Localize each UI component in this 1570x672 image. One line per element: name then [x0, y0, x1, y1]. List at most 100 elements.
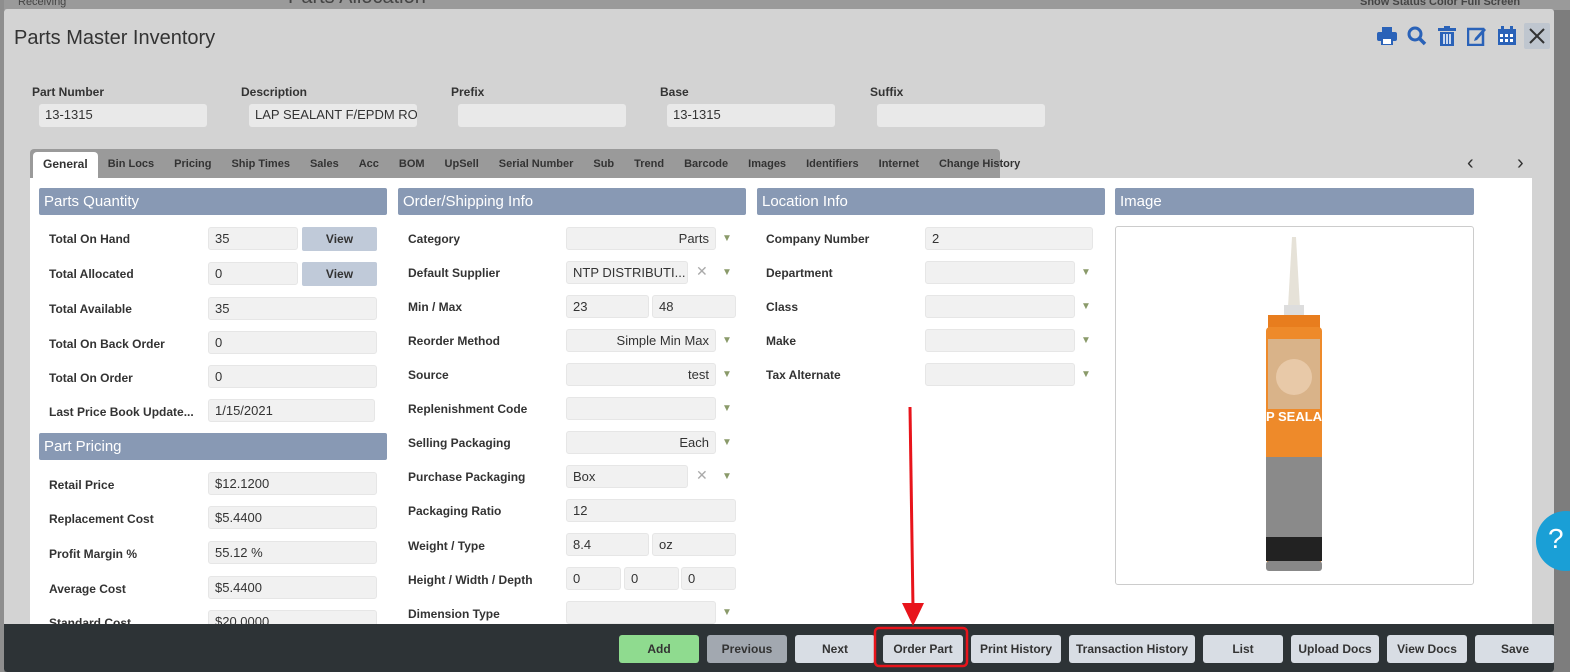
default-supplier-select[interactable]: NTP DISTRIBUTI... [566, 261, 688, 284]
print-icon[interactable] [1374, 23, 1400, 49]
calendar-icon[interactable] [1494, 23, 1520, 49]
search-icon[interactable] [1404, 23, 1430, 49]
bg-status-color-label: Show Status Color Full Screen [1360, 0, 1521, 8]
description-field-group: Description LAP SEALANT F/EPDM RO [237, 85, 417, 127]
base-input[interactable]: 13-1315 [667, 104, 835, 127]
company-number-field[interactable]: 2 [925, 227, 1093, 250]
next-button[interactable]: Next [795, 635, 875, 663]
height-field[interactable]: 0 [566, 567, 621, 590]
tab-barcode[interactable]: Barcode [674, 149, 738, 178]
purchase-packaging-dropdown-icon[interactable]: ▼ [722, 471, 732, 482]
total-on-back-order-field[interactable]: 0 [208, 331, 377, 354]
tab-internet[interactable]: Internet [869, 149, 929, 178]
total-available-field[interactable]: 35 [208, 297, 377, 320]
tab-general[interactable]: General [33, 152, 98, 178]
tab-sales[interactable]: Sales [300, 149, 349, 178]
dimension-type-dropdown-icon[interactable]: ▼ [722, 607, 732, 618]
replenishment-code-dropdown-icon[interactable]: ▼ [722, 403, 732, 414]
replenishment-code-select[interactable] [566, 397, 716, 420]
depth-field[interactable]: 0 [681, 567, 736, 590]
total-allocated-field[interactable]: 0 [208, 262, 298, 285]
max-field[interactable]: 48 [652, 295, 736, 318]
category-label: Category [408, 232, 461, 246]
dimension-type-select[interactable] [566, 601, 716, 624]
suffix-label: Suffix [870, 85, 904, 99]
total-on-hand-view-button[interactable]: View [302, 227, 377, 251]
weight-field[interactable]: 8.4 [566, 533, 649, 556]
tab-upsell[interactable]: UpSell [435, 149, 489, 178]
selling-packaging-dropdown-icon[interactable]: ▼ [722, 437, 732, 448]
save-button[interactable]: Save [1475, 635, 1554, 663]
average-cost-field[interactable]: $5.4400 [208, 576, 377, 599]
min-field[interactable]: 23 [566, 295, 649, 318]
tab-sub[interactable]: Sub [583, 149, 624, 178]
tab-prev-arrow[interactable]: ‹ [1467, 152, 1474, 175]
transaction-history-button[interactable]: Transaction History [1069, 635, 1195, 663]
packaging-ratio-field[interactable]: 12 [566, 499, 736, 522]
reorder-method-select[interactable]: Simple Min Max [566, 329, 716, 352]
source-select[interactable]: test [566, 363, 716, 386]
add-button[interactable]: Add [619, 635, 699, 663]
total-on-order-field[interactable]: 0 [208, 365, 377, 388]
tab-change-history[interactable]: Change History [929, 149, 1030, 178]
suffix-field-group: Suffix [866, 85, 1045, 127]
profit-margin-field[interactable]: 55.12 % [208, 541, 377, 564]
tab-identifiers[interactable]: Identifiers [796, 149, 869, 178]
department-select[interactable] [925, 261, 1075, 284]
department-dropdown-icon[interactable]: ▼ [1081, 267, 1091, 278]
reorder-method-dropdown-icon[interactable]: ▼ [722, 335, 732, 346]
total-allocated-view-button[interactable]: View [302, 262, 377, 286]
source-dropdown-icon[interactable]: ▼ [722, 369, 732, 380]
parts-master-inventory-dialog: Parts Master Inventory Part Number 13-13… [4, 9, 1554, 672]
order-shipping-header: Order/Shipping Info [398, 188, 746, 215]
order-part-button[interactable]: Order Part [883, 635, 963, 663]
replacement-cost-field[interactable]: $5.4400 [208, 506, 377, 529]
width-field[interactable]: 0 [624, 567, 679, 590]
clear-purchase-packaging-icon[interactable]: ✕ [696, 467, 708, 484]
tab-images[interactable]: Images [738, 149, 796, 178]
reorder-method-label: Reorder Method [408, 334, 501, 348]
edit-icon[interactable] [1464, 23, 1490, 49]
tax-alternate-dropdown-icon[interactable]: ▼ [1081, 369, 1091, 380]
tax-alternate-select[interactable] [925, 363, 1075, 386]
clear-supplier-icon[interactable]: ✕ [696, 263, 708, 280]
weight-type-field[interactable]: oz [652, 533, 736, 556]
category-select[interactable]: Parts [566, 227, 716, 250]
list-button[interactable]: List [1203, 635, 1283, 663]
standard-cost-field[interactable]: $20.0000 [208, 610, 377, 624]
last-price-book-update-field[interactable]: 1/15/2021 [208, 399, 375, 422]
selling-packaging-label: Selling Packaging [408, 436, 511, 450]
retail-price-field[interactable]: $12.1200 [208, 472, 377, 495]
tab-serial-number[interactable]: Serial Number [489, 149, 584, 178]
tab-trend[interactable]: Trend [624, 149, 674, 178]
close-icon[interactable] [1524, 23, 1550, 49]
tab-acc[interactable]: Acc [349, 149, 389, 178]
make-dropdown-icon[interactable]: ▼ [1081, 335, 1091, 346]
selling-packaging-select[interactable]: Each [566, 431, 716, 454]
prefix-input[interactable] [458, 104, 626, 127]
default-supplier-dropdown-icon[interactable]: ▼ [722, 267, 732, 278]
make-select[interactable] [925, 329, 1075, 352]
trash-icon[interactable] [1434, 23, 1460, 49]
class-dropdown-icon[interactable]: ▼ [1081, 301, 1091, 312]
print-history-button[interactable]: Print History [971, 635, 1061, 663]
total-on-hand-field[interactable]: 35 [208, 227, 298, 250]
category-dropdown-icon[interactable]: ▼ [722, 233, 732, 244]
total-available-label: Total Available [49, 302, 132, 316]
purchase-packaging-select[interactable]: Box [566, 465, 688, 488]
general-tab-content: Parts Quantity Total On Hand 35 View Tot… [30, 178, 1532, 624]
class-select[interactable] [925, 295, 1075, 318]
make-label: Make [766, 334, 797, 348]
tab-bin-locs[interactable]: Bin Locs [98, 149, 164, 178]
previous-button[interactable]: Previous [707, 635, 787, 663]
purchase-packaging-label: Purchase Packaging [408, 470, 526, 484]
tab-ship-times[interactable]: Ship Times [221, 149, 299, 178]
description-input[interactable]: LAP SEALANT F/EPDM RO [249, 104, 417, 127]
upload-docs-button[interactable]: Upload Docs [1291, 635, 1379, 663]
tab-next-arrow[interactable]: › [1517, 152, 1524, 175]
tab-bom[interactable]: BOM [389, 149, 435, 178]
suffix-input[interactable] [877, 104, 1045, 127]
view-docs-button[interactable]: View Docs [1387, 635, 1467, 663]
tab-pricing[interactable]: Pricing [164, 149, 221, 178]
part-number-input[interactable]: 13-1315 [39, 104, 207, 127]
